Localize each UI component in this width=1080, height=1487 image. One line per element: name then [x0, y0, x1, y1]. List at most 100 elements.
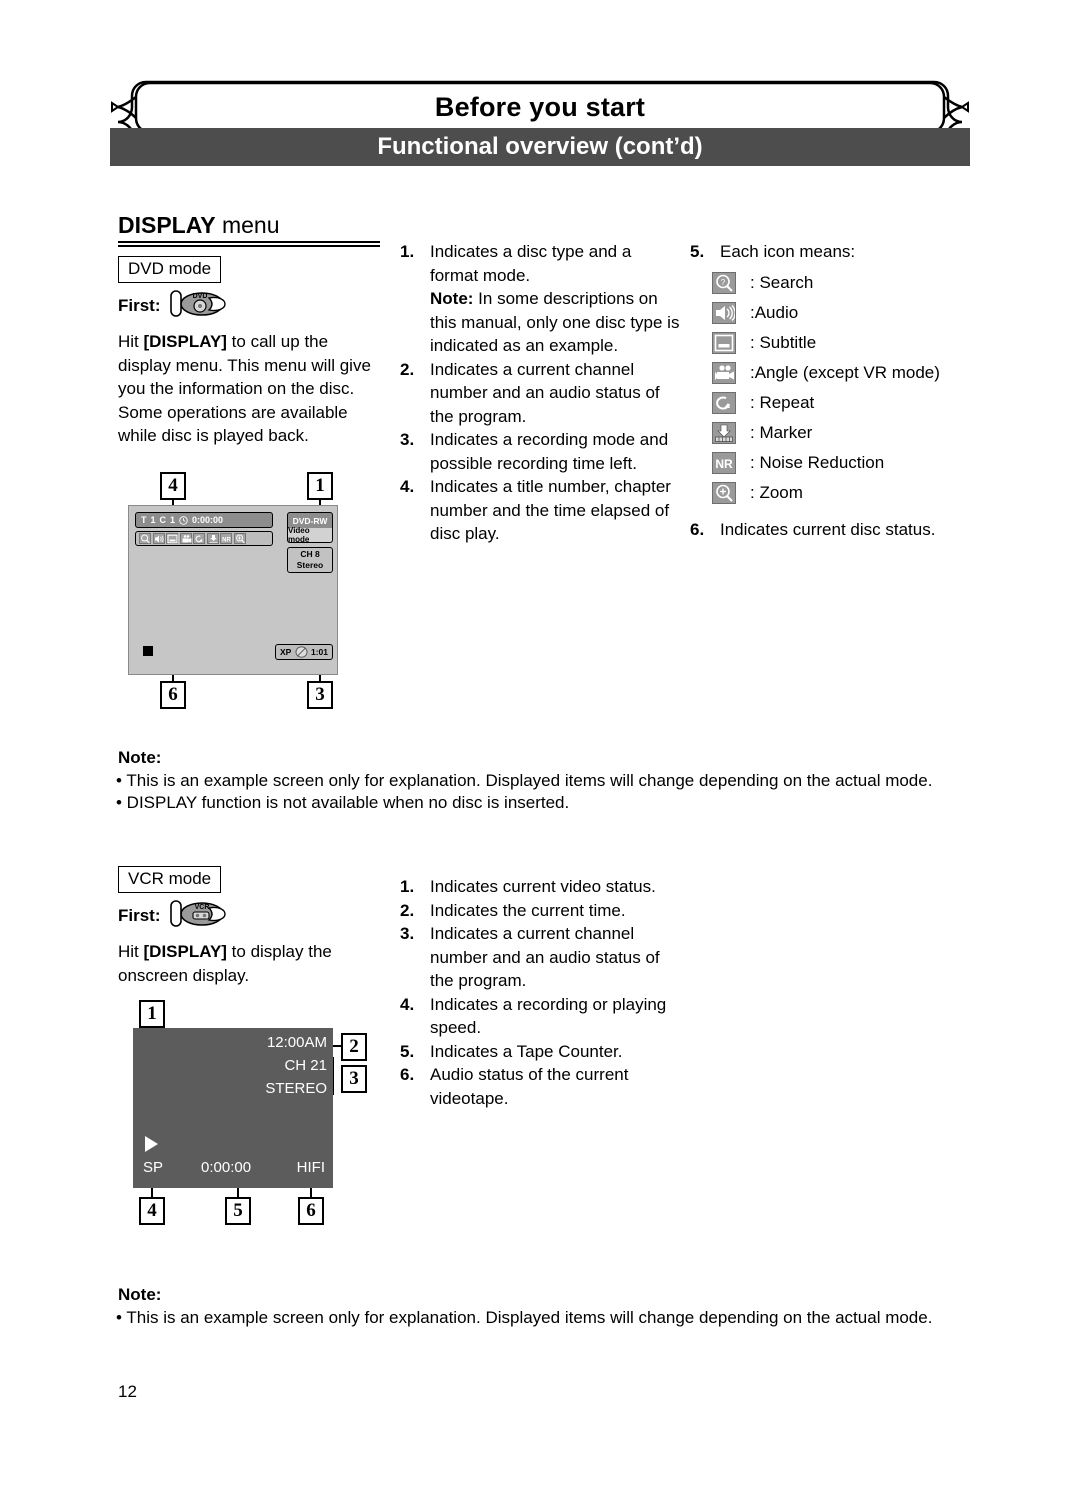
- subtitle-icon: [166, 533, 178, 544]
- dvd-title-chapter-bar: T 1 C 1 0:00:00: [135, 512, 273, 528]
- marker-icon: [206, 533, 219, 544]
- legend-row-audio: :Audio: [712, 298, 940, 328]
- play-triangle-icon: [145, 1136, 158, 1152]
- callout-5: 5: [225, 1197, 251, 1225]
- item-body: Indicates a disc type and a format mode.: [430, 242, 632, 285]
- svg-text:DVD: DVD: [192, 293, 207, 300]
- callout-1: 1: [139, 1000, 165, 1028]
- item-number: 3.: [400, 430, 415, 449]
- item-number: 6.: [690, 520, 705, 539]
- item-text: Indicates a disc type and a format mode.…: [430, 240, 680, 358]
- dvd-recmode-block: XP 1:01: [275, 644, 333, 660]
- search-icon: ?: [712, 272, 736, 294]
- vcr-item-list: 1. Indicates current video status. 2. In…: [400, 875, 680, 1110]
- dvd-note-line-1: • This is an example screen only for exp…: [116, 771, 933, 790]
- item-number: 6.: [400, 1065, 415, 1084]
- dvd-item-list: 1. Indicates a disc type and a format mo…: [400, 240, 680, 546]
- legend-label: : Marker: [750, 423, 813, 442]
- dvd-note-title: Note:: [118, 748, 162, 767]
- legend-row-repeat: : Repeat: [712, 388, 940, 418]
- chapter-number: 1: [170, 515, 176, 525]
- zoom-icon: [712, 482, 736, 504]
- vcr-hifi-status: HIFI: [296, 1159, 325, 1176]
- page-number: 12: [118, 1382, 137, 1401]
- dvd-mode-tag: DVD mode: [118, 256, 222, 283]
- dvd-channel: CH 8: [300, 549, 320, 559]
- dvd-first-label: First:: [118, 295, 161, 315]
- icon-legend-outro: 6. Indicates current disc status.: [690, 518, 980, 542]
- list-item: 6. Audio status of the current videotape…: [400, 1063, 680, 1110]
- legend-label: : Search: [750, 273, 814, 292]
- dvd-audio-status: Stereo: [296, 560, 324, 570]
- callout-4: 4: [160, 472, 186, 500]
- legend-label: : Noise Reduction: [750, 453, 885, 472]
- clock-icon: [179, 515, 188, 525]
- list-item: 1. Indicates a disc type and a format mo…: [400, 240, 680, 358]
- legend-row-noise-reduction: NR : Noise Reduction: [712, 448, 940, 478]
- item-number: 4.: [400, 477, 415, 496]
- item-number: 4.: [400, 994, 415, 1014]
- disc-icon: [295, 646, 308, 658]
- item-text: Indicates a Tape Counter.: [430, 1041, 623, 1061]
- legend-label: : Subtitle: [750, 333, 817, 352]
- item-text: Indicates current video status.: [430, 877, 656, 896]
- item-text: Indicates a current channel number and a…: [430, 924, 660, 990]
- dvd-icon-bar: NR: [135, 531, 273, 546]
- vcr-note-title: Note:: [118, 1285, 162, 1304]
- item-text: Indicates current disc status.: [720, 520, 936, 539]
- dvd-instructions: Hit [DISPLAY] to call up the display men…: [118, 330, 380, 448]
- item-number: 1.: [400, 242, 415, 261]
- callout-3: 3: [307, 681, 333, 709]
- legend-row-subtitle: : Subtitle: [712, 328, 940, 358]
- section-bar: Functional overview (cont’d): [110, 128, 970, 166]
- svg-text:NR: NR: [222, 538, 231, 544]
- icon-legend-list: ? : Search :Audio : Subtitle:Angle (exc…: [712, 268, 940, 508]
- dvd-disc-icon: DVD: [169, 288, 231, 323]
- legend-label: :Audio: [750, 303, 799, 322]
- callout-3: 3: [341, 1065, 367, 1093]
- noise-reduction-icon: NR: [712, 452, 736, 474]
- legend-label: : Repeat: [750, 393, 815, 412]
- vcr-instructions: Hit [DISPLAY] to display the onscreen di…: [118, 940, 380, 987]
- subtitle-icon: [712, 332, 736, 354]
- svg-text:VCR: VCR: [194, 904, 209, 911]
- item-text: Indicates a title number, chapter number…: [430, 477, 671, 543]
- list-item: 5. Each icon means:: [690, 240, 980, 264]
- vcr-display-mockup: 12:00AM CH 21 STEREO SP 0:00:00 HIFI: [133, 1028, 333, 1188]
- repeat-icon: [193, 533, 205, 544]
- vcr-tape-icon: VCR: [169, 898, 231, 933]
- noise-reduction-icon: NR: [220, 533, 232, 544]
- search-icon: [139, 533, 151, 544]
- item-note-label: Note:: [430, 289, 474, 308]
- item-number: 5.: [690, 242, 705, 261]
- vcr-instr-lead: Hit: [118, 942, 144, 961]
- vcr-mode-tag: VCR mode: [118, 866, 222, 893]
- vcr-current-time: 12:00AM: [266, 1034, 327, 1051]
- title-number: 1: [150, 515, 156, 525]
- marker-icon: [712, 422, 736, 444]
- dvd-display-mockup: T 1 C 1 0:00:00 NR DVD-RW Video mode CH …: [128, 505, 338, 675]
- dvd-rec-mode: XP: [280, 647, 292, 657]
- list-item: 2. Indicates the current time.: [400, 899, 680, 923]
- vcr-note-line-1: • This is an example screen only for exp…: [116, 1308, 933, 1327]
- audio-speaker-icon: [712, 302, 736, 324]
- list-item: 2. Indicates a current channel number an…: [400, 358, 680, 429]
- list-item: 3. Indicates a recording mode and possib…: [400, 428, 680, 475]
- legend-label: : Zoom: [750, 483, 803, 502]
- item-number: 5.: [400, 1041, 415, 1061]
- vcr-audio-status: STEREO: [265, 1080, 327, 1097]
- item-number: 2.: [400, 359, 415, 379]
- vcr-speed: SP: [143, 1159, 164, 1176]
- page-title-light: menu: [215, 212, 280, 238]
- svg-text:NR: NR: [715, 457, 733, 471]
- item-text: Audio status of the current videotape.: [430, 1065, 629, 1108]
- elapsed-time: 0:00:00: [192, 515, 224, 525]
- audio-speaker-icon: [152, 533, 165, 544]
- dvd-instr-lead: Hit: [118, 332, 144, 351]
- item-number: 3.: [400, 924, 415, 943]
- angle-camera-icon: [712, 362, 736, 384]
- vcr-first-row: First: VCR: [118, 898, 231, 933]
- legend-row-angle: :Angle (except VR mode): [712, 358, 940, 388]
- chapter-marker: C: [159, 515, 167, 525]
- callout-1: 1: [307, 472, 333, 500]
